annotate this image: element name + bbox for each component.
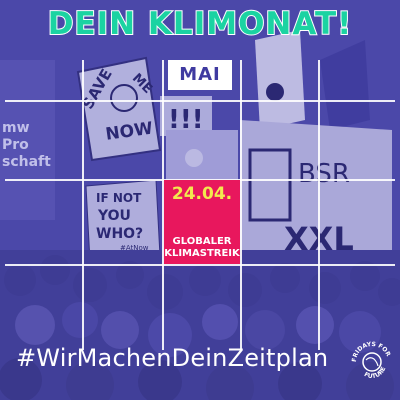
grid-line-v3	[240, 60, 242, 350]
event-name: GLOBALER KLIMASTREIK	[164, 236, 240, 260]
poster: mw Pro schaft SAVE ME NOW !!! BSR XXL IF…	[0, 0, 400, 400]
event-name-line1: GLOBALER	[172, 236, 232, 247]
logo-text-top: FRIDAYS FOR	[351, 341, 392, 362]
grid-line-v1	[82, 60, 84, 350]
hashtag: #WirMachenDeinZeitplan	[16, 344, 329, 372]
grid-line-h3	[5, 264, 395, 266]
grid-line-h1	[5, 100, 395, 102]
event-date: 24.04.	[171, 184, 233, 204]
poster-title: DEIN KLIMONAT!	[47, 5, 353, 43]
grid-line-v4	[318, 60, 320, 350]
globe-icon	[362, 352, 382, 372]
logo-text-bottom: FUTURE	[363, 366, 388, 380]
month-label: MAI	[168, 60, 232, 90]
fridays-for-future-logo: FRIDAYS FOR FUTURE	[351, 341, 392, 380]
event-name-line2: KLIMASTREIK	[164, 248, 240, 259]
